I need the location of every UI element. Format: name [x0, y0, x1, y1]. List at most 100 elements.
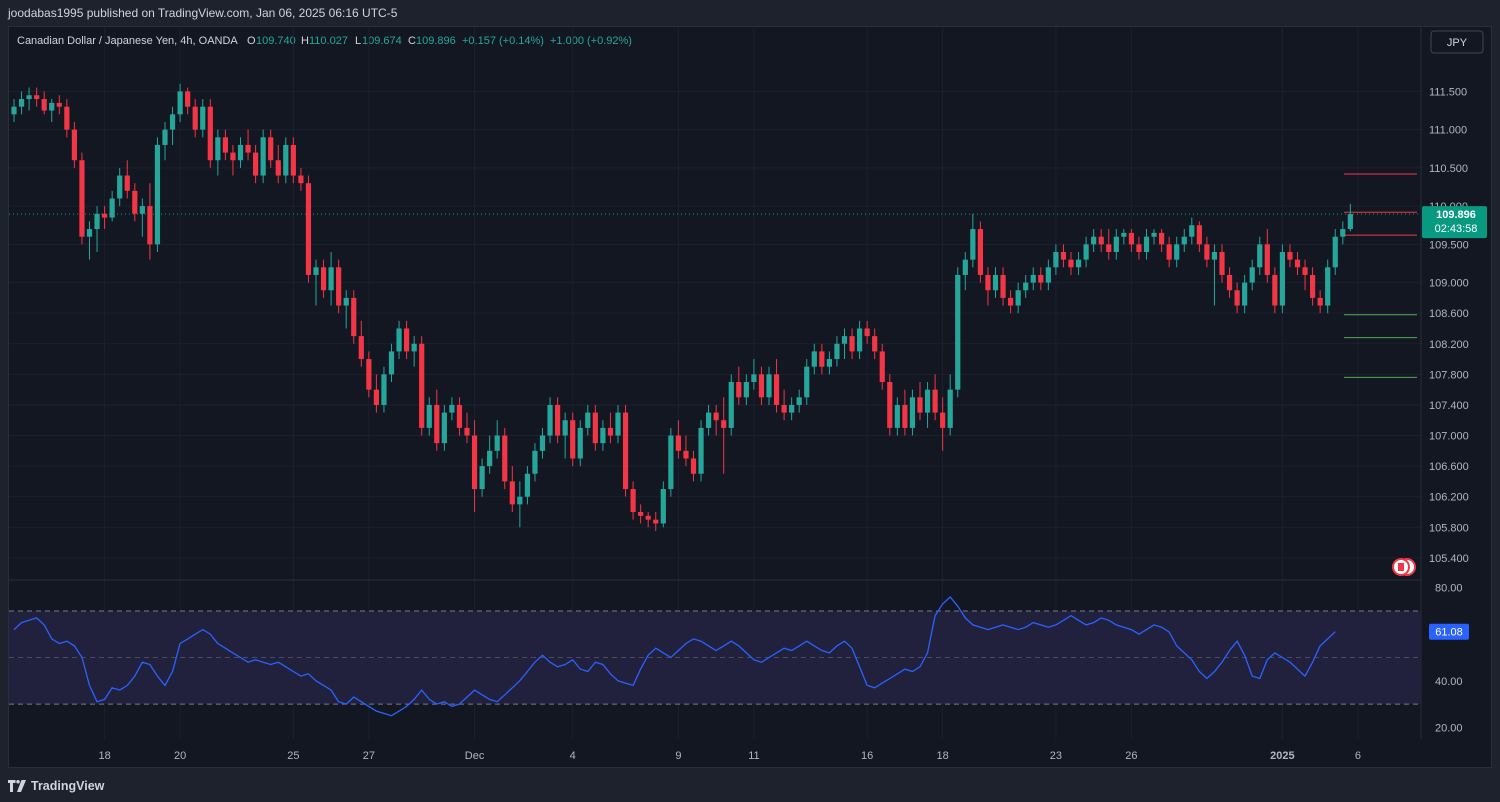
candle-up	[18, 99, 25, 107]
candle-down	[434, 404, 440, 444]
price-tick-label: 111.000	[1429, 125, 1467, 137]
candle-up	[487, 450, 493, 467]
currency-button-label: JPY	[1447, 37, 1468, 49]
price-tick-label: 109.500	[1429, 239, 1469, 251]
price-tick-label: 108.600	[1429, 308, 1469, 320]
open-value: 109.740	[256, 35, 296, 47]
candle-down	[230, 152, 236, 161]
price-axis: 111.500111.000110.500110.000109.500109.0…	[1429, 86, 1469, 564]
time-tick-label: 6	[1355, 750, 1361, 762]
candle-down	[185, 91, 191, 107]
price-tick-label: 107.000	[1429, 431, 1469, 443]
candle-down	[502, 435, 508, 482]
tradingview-logo[interactable]: TradingView	[8, 778, 104, 794]
close-label: C	[408, 35, 416, 47]
candle-down	[305, 183, 312, 275]
candle-up	[200, 106, 206, 130]
candle-up	[1211, 252, 1218, 260]
candle-down	[1136, 244, 1142, 252]
candle-up	[1347, 214, 1353, 230]
candle-down	[1310, 274, 1316, 298]
candlestick-chart[interactable]: Canadian Dollar / Japanese Yen, 4h, OAND…	[9, 27, 1491, 767]
candle-up	[894, 404, 900, 428]
candle-up	[1113, 236, 1119, 252]
candle-down	[917, 397, 923, 413]
candle-up	[11, 106, 17, 115]
candle-down	[1128, 232, 1134, 245]
candle-up	[396, 328, 402, 352]
close-value: 109.896	[416, 35, 456, 47]
candle-down	[1264, 244, 1270, 275]
candle-up	[1325, 267, 1331, 306]
candle-up	[49, 102, 55, 111]
candle-down	[275, 160, 281, 176]
time-axis: 18 20 25 27 Dec 4 9 11 16 18 23 26 2025 6	[98, 750, 1360, 762]
candle-up	[441, 412, 447, 444]
candle-up	[1045, 267, 1051, 283]
candle-down	[207, 106, 213, 161]
candle-up	[1151, 232, 1157, 237]
candle-down	[56, 102, 62, 107]
candle-up	[955, 274, 961, 390]
candle-down	[124, 175, 130, 191]
candle-down	[1294, 259, 1301, 268]
candle-down	[222, 137, 228, 153]
candle-down	[713, 412, 719, 421]
candle-down	[1000, 274, 1006, 298]
candle-up	[751, 374, 757, 382]
candle-down	[675, 435, 681, 451]
candle-up	[154, 144, 161, 245]
bar-countdown: 02:43:58	[1435, 223, 1478, 235]
candle-up	[706, 412, 712, 428]
canada-flag-icon[interactable]	[1392, 558, 1416, 576]
candle-down	[253, 152, 259, 176]
candle-up	[117, 175, 123, 199]
currency-button[interactable]: JPY	[1430, 30, 1484, 54]
price-tick-label: 111.500	[1429, 86, 1467, 98]
candle-down	[1068, 259, 1074, 268]
candle-down	[71, 129, 77, 161]
candle-down	[419, 343, 425, 428]
horizontal-levels	[9, 173, 1421, 378]
candle-down	[1008, 297, 1014, 306]
candle-down	[653, 519, 659, 524]
candle-up	[1143, 236, 1150, 252]
candle-up	[479, 466, 485, 490]
candle-down	[298, 175, 304, 184]
candle-up	[162, 129, 168, 145]
candle-up	[381, 374, 387, 405]
candle-up	[562, 420, 568, 436]
candle-up	[517, 496, 523, 505]
candle-up	[1121, 232, 1127, 237]
candle-up	[962, 259, 968, 275]
candle-up	[728, 382, 734, 428]
candle-down	[64, 106, 70, 130]
chart-frame: Canadian Dollar / Japanese Yen, 4h, OAND…	[8, 26, 1492, 768]
candle-up	[494, 435, 500, 451]
candle-down	[351, 297, 357, 337]
candle-down	[849, 336, 855, 352]
low-value: 109.674	[362, 35, 402, 47]
candle-down	[592, 412, 598, 444]
rsi-tick-label: 20.00	[1435, 722, 1463, 734]
candle-down	[758, 374, 765, 398]
publisher-bar: joodabas1995 published on TradingView.co…	[0, 0, 1500, 26]
candle-down	[147, 206, 153, 245]
candle-down	[622, 412, 629, 490]
time-tick-label: 2025	[1270, 750, 1294, 762]
candle-down	[645, 515, 651, 520]
time-tick-label: 25	[287, 750, 299, 762]
candle-down	[1234, 290, 1240, 306]
publisher-line: joodabas1995 published on TradingView.co…	[8, 6, 398, 20]
candle-down	[940, 412, 946, 428]
candle-down	[1038, 274, 1044, 283]
rsi-tick-label: 80.00	[1435, 583, 1463, 595]
candle-up	[169, 114, 176, 130]
candle-up	[94, 213, 100, 230]
candle-up	[1249, 267, 1255, 283]
price-tick-label: 108.200	[1429, 339, 1469, 351]
candle-up	[909, 397, 916, 428]
candle-down	[1302, 267, 1308, 275]
candle-up	[449, 404, 455, 413]
candle-down	[336, 267, 342, 306]
